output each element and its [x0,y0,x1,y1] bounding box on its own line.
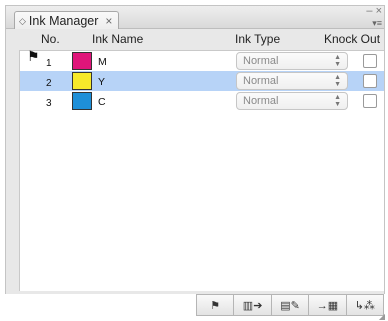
table-row[interactable]: 2 Y Normal ▲ ▼ [20,71,384,91]
column-knock-out: Knock Out [324,32,381,46]
ink-number: 1 [46,58,52,69]
merge-ink-icon: →▦ [316,299,339,312]
close-icon[interactable]: × [105,12,112,30]
merge-ink-button[interactable]: →▦ [309,295,347,315]
tab-ink-manager[interactable]: ◇ Ink Manager × [14,11,120,30]
column-no: No. [41,32,60,46]
flag-button[interactable]: ⚑ [197,295,235,315]
panel-menu-icon[interactable]: ▾≡ [372,18,382,29]
ink-type-select[interactable]: Normal ▲ ▼ [236,52,348,70]
ink-type-value: Normal [243,75,279,87]
column-header: No. Ink Name Ink Type Knock Out [6,29,384,49]
knock-out-checkbox[interactable] [363,74,377,88]
edit-ink-icon: ▤✎ [280,299,300,312]
ink-swatch [72,52,92,70]
panel-toolbar: ⚑ ▥➔ ▤✎ →▦ ↳⁂ [196,294,384,316]
ink-type-value: Normal [243,95,279,107]
knock-out-checkbox[interactable] [363,94,377,108]
table-row[interactable]: 3 C Normal ▲ ▼ [20,91,384,111]
import-ink-icon: ↳⁂ [354,299,375,312]
tab-label: Ink Manager [28,14,99,28]
window-controls-icon[interactable]: – × [366,6,382,17]
knock-out-checkbox[interactable] [363,54,377,68]
stepper-arrows-icon: ▲ ▼ [334,74,341,88]
flag-icon: ⚑ [27,48,40,64]
ink-type-select[interactable]: Normal ▲ ▼ [236,72,348,90]
table-row[interactable]: ⚑ 1 M Normal ▲ ▼ [20,48,384,71]
panel-tab-icon: ◇ [19,16,26,26]
move-ink-button[interactable]: ▥➔ [234,295,272,315]
ink-swatch [72,72,92,90]
ink-number: 3 [46,98,52,109]
ink-type-select[interactable]: Normal ▲ ▼ [236,92,348,110]
ink-manager-panel: ◇ Ink Manager × – × ▾≡ No. Ink Name Ink … [5,5,385,295]
panel-tab-bar: ◇ Ink Manager × – × ▾≡ [6,6,384,30]
import-ink-button[interactable]: ↳⁂ [347,295,383,315]
ink-list: ⚑ 1 M Normal ▲ ▼ 2 Y Normal ▲ ▼ 3 C Normal ▲ ▼ [19,48,384,291]
ink-type-value: Normal [243,55,279,67]
ink-number: 2 [46,78,52,89]
column-ink-name: Ink Name [92,32,144,46]
ink-name: C [98,96,106,108]
stepper-arrows-icon: ▲ ▼ [334,94,341,108]
ink-swatch [72,92,92,110]
edit-ink-button[interactable]: ▤✎ [272,295,310,315]
ink-name: Y [98,76,106,88]
flag-icon: ⚑ [210,299,221,312]
ink-name: M [98,56,107,68]
move-ink-icon: ▥➔ [242,299,263,312]
column-ink-type: Ink Type [235,32,281,46]
stepper-arrows-icon: ▲ ▼ [334,54,341,68]
